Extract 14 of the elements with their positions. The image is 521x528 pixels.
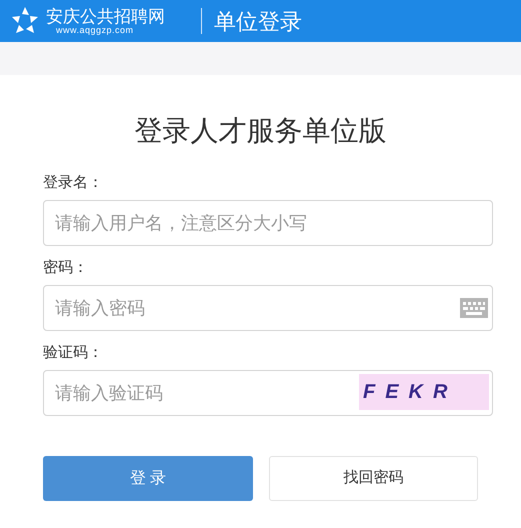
recover-password-button[interactable]: 找回密码 bbox=[269, 456, 478, 501]
field-label: 登录名： bbox=[43, 173, 104, 193]
captcha-text: FEKR bbox=[363, 380, 458, 405]
field-label: 密码： bbox=[43, 258, 89, 278]
page-title: 登录人才服务单位版 bbox=[134, 114, 388, 148]
site-url: www.aqggzp.com bbox=[55, 26, 135, 35]
keyboard-icon[interactable] bbox=[460, 298, 488, 318]
captcha-image[interactable]: FEKR bbox=[359, 374, 489, 410]
section-title: 单位登录 bbox=[214, 8, 302, 36]
username-field[interactable]: 请输入用户名，注意区分大小写 bbox=[43, 200, 493, 246]
password-field[interactable]: 请输入密码 bbox=[43, 285, 493, 331]
field-label: 验证码： bbox=[43, 343, 104, 363]
site-name: 安庆公共招聘网 bbox=[46, 7, 165, 26]
logo-icon bbox=[10, 6, 40, 36]
